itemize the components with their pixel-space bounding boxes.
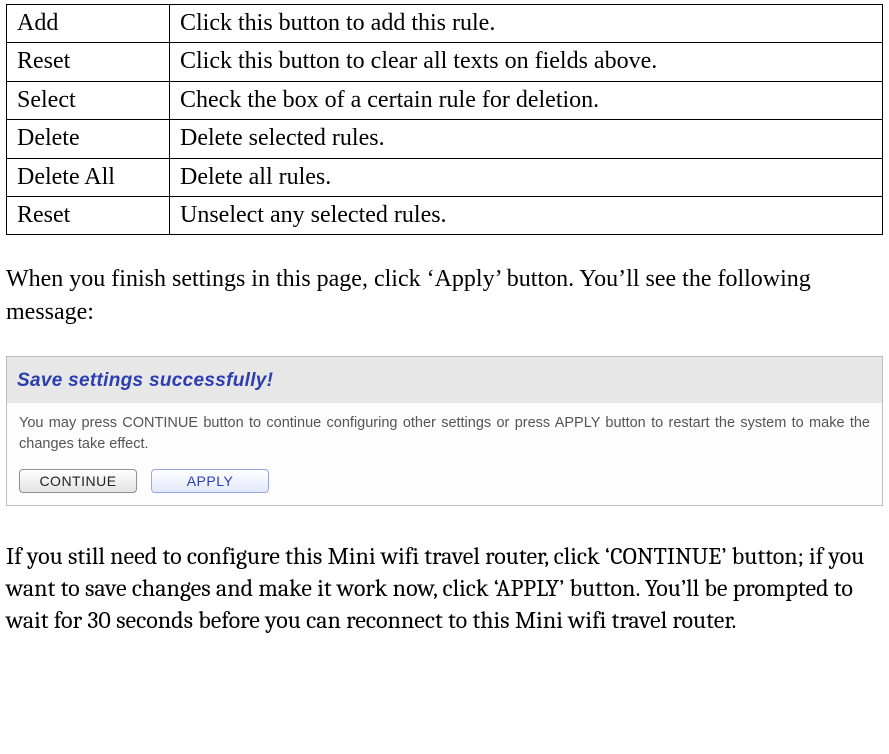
desc-cell: Check the box of a certain rule for dele… (170, 81, 883, 119)
desc-cell: Click this button to clear all texts on … (170, 43, 883, 81)
apply-button[interactable]: APPLY (151, 469, 269, 493)
save-settings-panel: Save settings successfully! You may pres… (6, 356, 883, 505)
continue-button[interactable]: CONTINUE (19, 469, 137, 493)
table-row: Reset Click this button to clear all tex… (7, 43, 883, 81)
desc-cell: Delete selected rules. (170, 120, 883, 158)
paragraph-apply-hint: When you finish settings in this page, c… (6, 263, 883, 328)
table-row: Delete Delete selected rules. (7, 120, 883, 158)
paragraph-continue-apply: If you still need to configure this Mini… (6, 540, 883, 637)
table-row: Reset Unselect any selected rules. (7, 196, 883, 234)
term-cell: Reset (7, 43, 170, 81)
table-row: Select Check the box of a certain rule f… (7, 81, 883, 119)
table-row: Add Click this button to add this rule. (7, 5, 883, 43)
table-row: Delete All Delete all rules. (7, 158, 883, 196)
panel-title: Save settings successfully! (17, 370, 273, 391)
panel-header: Save settings successfully! (7, 357, 882, 402)
term-cell: Reset (7, 196, 170, 234)
panel-message: You may press CONTINUE button to continu… (19, 413, 870, 455)
term-cell: Select (7, 81, 170, 119)
term-cell: Delete (7, 120, 170, 158)
desc-cell: Unselect any selected rules. (170, 196, 883, 234)
definitions-table: Add Click this button to add this rule. … (6, 4, 883, 235)
panel-body: You may press CONTINUE button to continu… (7, 403, 882, 505)
desc-cell: Click this button to add this rule. (170, 5, 883, 43)
term-cell: Add (7, 5, 170, 43)
term-cell: Delete All (7, 158, 170, 196)
desc-cell: Delete all rules. (170, 158, 883, 196)
